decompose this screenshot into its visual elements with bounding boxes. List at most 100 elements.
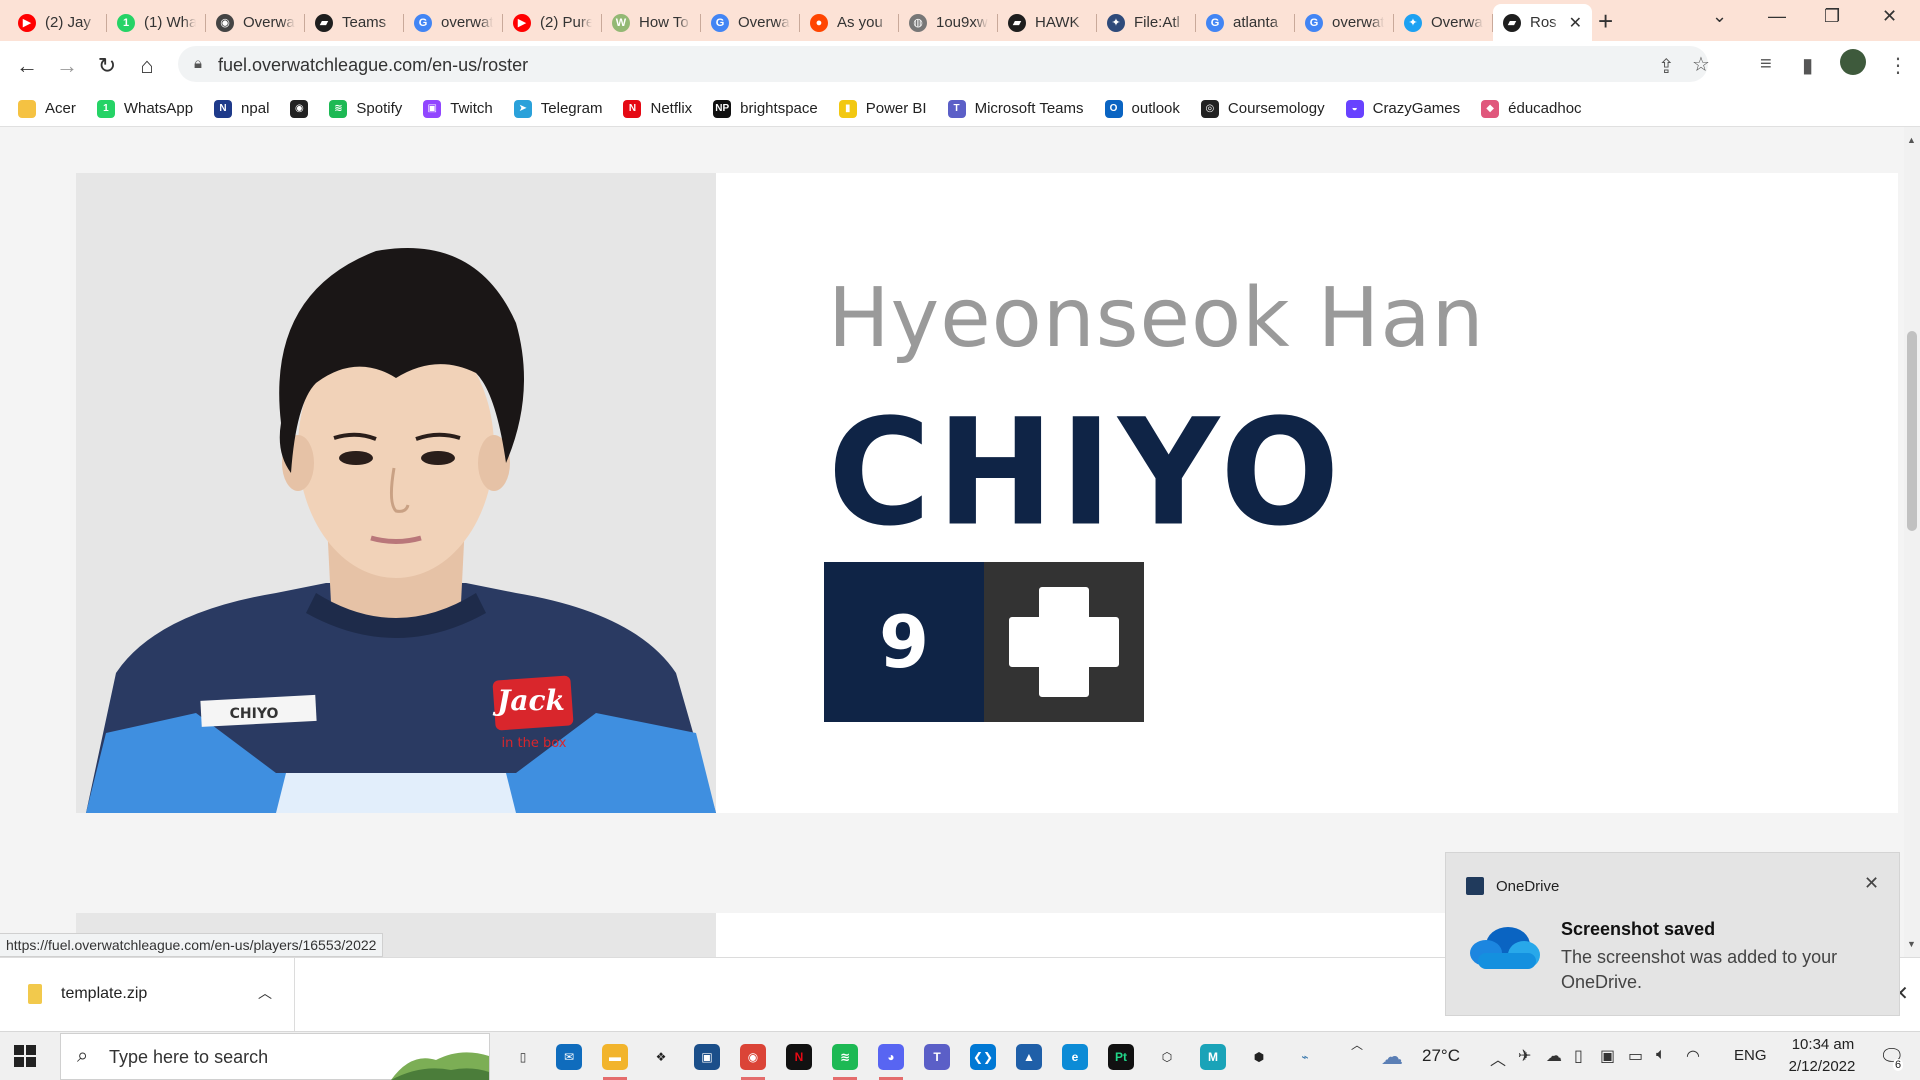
minimize-button[interactable]: — (1768, 6, 1786, 27)
tab-title[interactable]: 1ou9xw (936, 14, 988, 31)
tab-title[interactable]: HAWK (1035, 14, 1087, 31)
discord-icon[interactable]: ◕ (878, 1043, 904, 1070)
bookmark-item[interactable]: ▣ Twitch (423, 99, 493, 118)
download-filename[interactable]: template.zip (61, 985, 147, 1003)
taskbar-app[interactable]: ✉ (546, 1032, 592, 1080)
profile-avatar[interactable] (1840, 49, 1866, 75)
bookmark-label[interactable]: WhatsApp (124, 100, 193, 117)
browser-tab[interactable]: Goverwatch (1295, 4, 1394, 41)
defender-icon[interactable]: ✈ (1518, 1046, 1531, 1066)
taskbar-app[interactable]: ▲ (1006, 1032, 1052, 1080)
unity-hub-icon[interactable]: ⬢ (1246, 1043, 1272, 1070)
bookmark-item[interactable]: ◆ éducadhoc (1481, 99, 1582, 118)
mail-icon[interactable]: ✉ (556, 1043, 582, 1070)
taskbar-app[interactable]: ⌁ (1282, 1032, 1328, 1080)
lock-icon[interactable]: 🔒︎ (194, 55, 202, 72)
taskbar-app[interactable]: M (1190, 1032, 1236, 1080)
browser-tab[interactable]: Goverwatch (404, 4, 503, 41)
media-control-icon[interactable]: ≡ (1760, 53, 1772, 76)
taskbar-app[interactable]: ◉ (730, 1032, 776, 1080)
bookmark-label[interactable]: éducadhoc (1508, 100, 1581, 117)
tab-title[interactable]: Overwatch (738, 14, 790, 31)
bookmark-item[interactable]: ◉ (290, 99, 309, 118)
scroll-thumb[interactable] (1907, 331, 1917, 531)
side-panel-icon[interactable]: ▮ (1802, 53, 1813, 78)
toast-close-icon[interactable]: ✕ (1864, 873, 1879, 894)
taskbar-app[interactable]: ◕ (868, 1032, 914, 1080)
taskbar-app[interactable]: ❖ (638, 1032, 684, 1080)
scroll-down-arrow-icon[interactable]: ▼ (1907, 939, 1916, 949)
dropbox-icon[interactable]: ❖ (648, 1043, 674, 1070)
browser-tab[interactable]: ◍ 1ou9xw (899, 4, 998, 41)
onedrive-tray-icon[interactable]: ☁ (1546, 1046, 1562, 1066)
restore-button[interactable]: ❐ (1824, 6, 1840, 27)
browser-tab[interactable]: W How To (602, 4, 701, 41)
volume-icon[interactable]: 🔈︎ (1656, 1046, 1666, 1064)
unity-icon[interactable]: ⬡ (1154, 1043, 1180, 1070)
input-language[interactable]: ENG (1734, 1047, 1767, 1064)
tab-title[interactable]: (2) Jay (45, 14, 97, 31)
bookmark-item[interactable]: Nnpal (214, 99, 269, 118)
taskbar-app[interactable]: ⬢ (1236, 1032, 1282, 1080)
tab-title[interactable]: How To (639, 14, 691, 31)
tab-title[interactable]: atlanta (1233, 14, 1285, 31)
battery-icon[interactable]: ▭ (1628, 1046, 1643, 1066)
bookmark-item[interactable]: ➤ Telegram (513, 99, 603, 118)
browser-tab[interactable]: 1 (1) WhatsApp (107, 4, 206, 41)
taskbar-app[interactable]: T (914, 1032, 960, 1080)
tab-search-chevron-icon[interactable]: ⌄ (1712, 6, 1727, 27)
tab-close-icon[interactable]: ✕ (1569, 13, 1582, 33)
scroll-up-arrow-icon[interactable]: ▲ (1907, 135, 1916, 145)
show-hidden-icons-chevron-icon[interactable]: ︿ (1490, 1046, 1506, 1070)
task-view-icon[interactable]: ▯ (510, 1043, 536, 1070)
browser-tab[interactable]: ● As you (800, 4, 899, 41)
taskbar-app[interactable]: Pt (1098, 1032, 1144, 1080)
window-close-button[interactable]: ✕ (1882, 6, 1897, 27)
file-explorer-icon[interactable]: ▬ (602, 1043, 628, 1070)
photos-icon[interactable]: ▲ (1016, 1043, 1042, 1070)
browser-tab[interactable]: ▰ Ros ✕ (1493, 4, 1592, 41)
tab-title[interactable]: As you (837, 14, 889, 31)
home-button[interactable]: ⌂ (132, 51, 162, 81)
bookmark-label[interactable]: Twitch (450, 100, 493, 117)
onedrive-toast[interactable]: OneDrive ✕ Screenshot saved The screensh… (1445, 852, 1900, 1016)
address-url[interactable]: fuel.overwatchleague.com/en-us/roster (218, 55, 528, 76)
browser-tab[interactable]: ▰ HAWK (998, 4, 1097, 41)
reload-button[interactable]: ↻ (92, 51, 122, 81)
clock-date[interactable]: 2/12/2022 (1777, 1058, 1867, 1075)
bookmark-item[interactable]: T Microsoft Teams (947, 99, 1084, 118)
taskbar-app[interactable]: ⬡ (1144, 1032, 1190, 1080)
taskbar-app[interactable]: N (776, 1032, 822, 1080)
taskbar-app[interactable]: e (1052, 1032, 1098, 1080)
windows-start-icon[interactable] (14, 1045, 36, 1067)
taskbar-app[interactable]: ▯ (500, 1032, 546, 1080)
browser-tab[interactable]: ▶ (2) Jay (8, 4, 107, 41)
taskbar-app[interactable]: ▬ (592, 1032, 638, 1080)
edge-icon[interactable]: e (1062, 1043, 1088, 1070)
weather-cloud-icon[interactable]: ☁ (1381, 1044, 1403, 1070)
bookmark-label[interactable]: Spotify (356, 100, 402, 117)
netflix-icon[interactable]: N (786, 1043, 812, 1070)
taskbar-app[interactable]: ≋ (822, 1032, 868, 1080)
browser-tab[interactable]: ▰ Teams (305, 4, 404, 41)
bookmark-item[interactable]: ◎ Coursemology (1200, 99, 1325, 118)
browser-tab[interactable]: ▶ (2) Pure (503, 4, 602, 41)
bookmark-item[interactable]: ≋ Spotify (329, 99, 402, 118)
bookmark-label[interactable]: Coursemology (1228, 100, 1325, 117)
bookmark-item[interactable]: Acer (18, 99, 76, 118)
bookmark-label[interactable]: Microsoft Teams (975, 100, 1084, 117)
bookmark-item[interactable]: Ooutlook (1104, 99, 1180, 118)
tab-title[interactable]: Ros (1530, 14, 1560, 31)
tray-scroll-chevron-icon[interactable]: ︿ (1351, 1036, 1363, 1053)
python-icon[interactable]: ⌁ (1292, 1043, 1318, 1070)
bookmark-label[interactable]: CrazyGames (1373, 100, 1461, 117)
chrome-icon[interactable]: ◉ (740, 1043, 766, 1070)
back-button[interactable]: ← (12, 51, 42, 81)
address-bar[interactable]: 🔒︎ fuel.overwatchleague.com/en-us/roster… (178, 46, 1710, 82)
tab-title[interactable]: overwatch (1332, 14, 1384, 31)
taskbar-app[interactable]: ▣ (684, 1032, 730, 1080)
bookmark-label[interactable]: brightspace (740, 100, 818, 117)
spotify-icon[interactable]: ≋ (832, 1043, 858, 1070)
bookmark-label[interactable]: Telegram (541, 100, 603, 117)
bookmark-label[interactable]: npal (241, 100, 269, 117)
